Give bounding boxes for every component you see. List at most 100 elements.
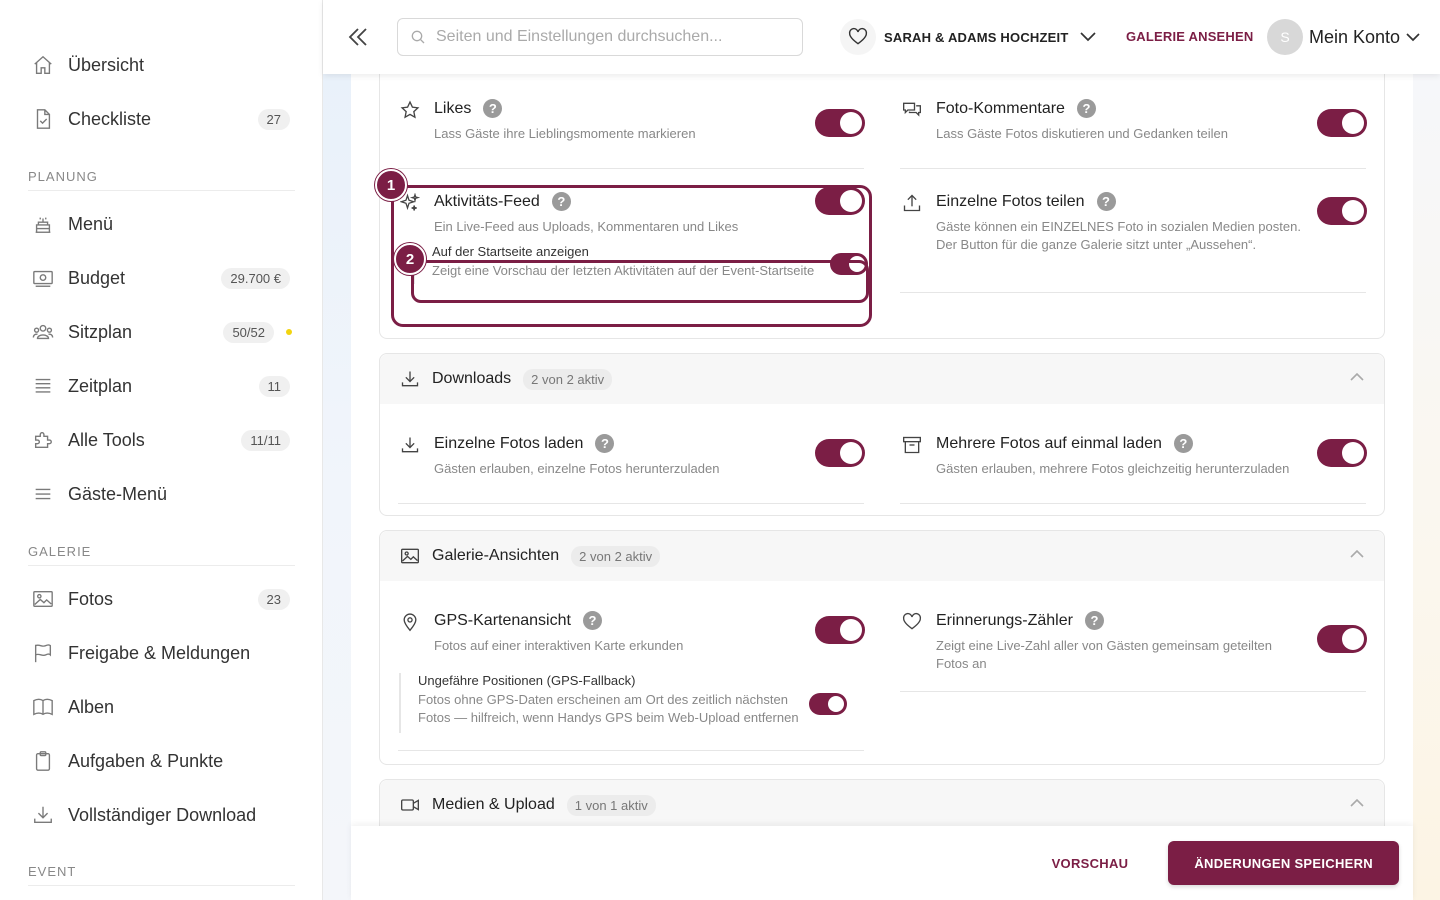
- sidebar-item-alle-tools[interactable]: Alle Tools 11/11: [28, 422, 290, 458]
- sidebar-item-label: Budget: [68, 267, 126, 288]
- likes-toggle[interactable]: [815, 109, 865, 137]
- section-label-event: EVENT: [28, 864, 295, 886]
- account-menu[interactable]: S Mein Konto: [1267, 19, 1420, 55]
- sidebar-item-fotos[interactable]: Fotos 23: [28, 581, 290, 617]
- event-selector[interactable]: SARAH & ADAMS HOCHZEIT: [840, 18, 1097, 56]
- card-title: Medien & Upload: [432, 796, 555, 813]
- account-label: Mein Konto: [1309, 26, 1401, 47]
- star-icon: [400, 100, 420, 120]
- sidebar-item-menue[interactable]: Menü: [28, 206, 290, 242]
- setting-description: Fotos ohne GPS-Daten erscheinen am Ort d…: [418, 692, 799, 725]
- sidebar-item-sitzplan[interactable]: Sitzplan 50/52: [28, 314, 292, 350]
- help-icon[interactable]: ?: [1084, 611, 1104, 630]
- setting-download-single: Einzelne Fotos laden ? Gästen erlauben, …: [398, 424, 865, 504]
- active-count-badge: 1 von 1 aktiv: [566, 794, 656, 816]
- top-header: SARAH & ADAMS HOCHZEIT GALERIE ANSEHEN S…: [323, 0, 1440, 74]
- downloads-card: Downloads 2 von 2 aktiv Einzelne Fotos l…: [379, 353, 1385, 516]
- download-multiple-toggle[interactable]: [1317, 439, 1367, 467]
- share-single-photos-toggle[interactable]: [1317, 197, 1367, 225]
- chevron-up-icon[interactable]: [1350, 373, 1364, 381]
- count-badge: 29.700 €: [221, 267, 290, 289]
- video-camera-icon: [400, 795, 422, 815]
- sidebar-item-gaeste-menue[interactable]: Gäste-Menü: [28, 476, 290, 512]
- help-icon[interactable]: ?: [595, 434, 615, 453]
- gallery-views-card: Galerie-Ansichten 2 von 2 aktiv GPS-Kart…: [379, 530, 1385, 765]
- setting-description: Gäste können ein EINZELNES Foto in sozia…: [936, 219, 1301, 252]
- gps-map-toggle[interactable]: [815, 616, 865, 644]
- section-label-galerie: GALERIE: [28, 544, 295, 566]
- highlight-badge-two: 2: [394, 243, 426, 275]
- help-icon[interactable]: ?: [1173, 434, 1193, 453]
- sidebar-item-zeitplan[interactable]: Zeitplan 11: [28, 368, 290, 404]
- highlight-badge-one: 1: [375, 169, 407, 201]
- help-icon[interactable]: ?: [483, 99, 503, 118]
- search-input[interactable]: [436, 28, 776, 46]
- download-icon: [32, 804, 64, 826]
- collapse-sidebar-button[interactable]: [347, 25, 369, 49]
- count-badge: 23: [257, 588, 290, 610]
- avatar: S: [1267, 19, 1303, 55]
- setting-title: Mehrere Fotos auf einmal laden: [936, 434, 1162, 452]
- settings-content: Likes ? Lass Gäste ihre Lieblingsmomente…: [351, 74, 1413, 826]
- sidebar-item-label: Gäste-Menü: [68, 483, 168, 504]
- setting-description: Gästen erlauben, einzelne Fotos herunter…: [434, 461, 720, 476]
- sidebar-item-alben[interactable]: Alben: [28, 689, 290, 725]
- sidebar-item-budget[interactable]: Budget 29.700 €: [28, 260, 290, 296]
- memory-counter-toggle[interactable]: [1317, 625, 1367, 653]
- chevron-down-icon: [1080, 32, 1097, 42]
- image-icon: [32, 588, 64, 610]
- setting-description: Ein Live-Feed aus Uploads, Kommentaren u…: [434, 219, 739, 234]
- chevron-up-icon[interactable]: [1350, 799, 1364, 807]
- view-gallery-link[interactable]: GALERIE ANSEHEN: [1126, 29, 1253, 44]
- sidebar-item-download[interactable]: Vollständiger Download: [28, 797, 290, 833]
- status-dot: [286, 329, 292, 335]
- count-badge: 11/11: [241, 429, 290, 451]
- download-icon: [400, 435, 420, 455]
- media-upload-card-header[interactable]: Medien & Upload 1 von 1 aktiv: [380, 780, 1384, 826]
- timeline-icon: [32, 375, 64, 397]
- search-icon: [410, 29, 426, 45]
- help-icon[interactable]: ?: [551, 192, 571, 211]
- setting-memory-counter: Erinnerungs-Zähler ? Zeigt eine Live-Zah…: [900, 601, 1367, 692]
- sidebar-item-aufgaben[interactable]: Aufgaben & Punkte: [28, 743, 290, 779]
- clipboard-icon: [32, 750, 64, 772]
- setting-gps-fallback: Ungefähre Positionen (GPS-Fallback) Foto…: [399, 673, 849, 733]
- sidebar-item-uebersicht[interactable]: Übersicht: [28, 47, 290, 83]
- download-single-toggle[interactable]: [815, 439, 865, 467]
- sidebar-item-label: Aufgaben & Punkte: [68, 750, 224, 771]
- action-bar: VORSCHAU ÄNDERUNGEN SPEICHERN: [351, 826, 1413, 900]
- setting-gps-map: GPS-Kartenansicht ? Fotos auf einer inte…: [398, 601, 865, 751]
- help-icon[interactable]: ?: [582, 611, 602, 630]
- setting-description: Zeigt eine Live-Zahl aller von Gästen ge…: [936, 638, 1273, 671]
- activity-feed-toggle[interactable]: [815, 187, 865, 215]
- photo-comments-toggle[interactable]: [1317, 109, 1367, 137]
- cake-icon: [32, 213, 64, 235]
- help-icon[interactable]: ?: [1076, 99, 1096, 118]
- setting-activity-feed: Aktivitäts-Feed ? Ein Live-Feed aus Uplo…: [398, 182, 868, 302]
- gps-fallback-toggle[interactable]: [809, 693, 847, 715]
- heart-icon: [902, 612, 922, 632]
- sidebar-item-freigabe[interactable]: Freigabe & Meldungen: [28, 635, 290, 671]
- help-icon[interactable]: ?: [1096, 192, 1116, 211]
- checklist-icon: [32, 108, 64, 130]
- count-badge: 50/52: [223, 321, 274, 343]
- setting-share-single-photos: Einzelne Fotos teilen ? Gäste können ein…: [900, 182, 1367, 293]
- setting-description: Lass Gäste Fotos diskutieren und Gedanke…: [936, 126, 1228, 141]
- save-changes-button[interactable]: ÄNDERUNGEN SPEICHERN: [1168, 841, 1399, 885]
- downloads-card-header[interactable]: Downloads 2 von 2 aktiv: [380, 354, 1384, 404]
- chevron-up-icon[interactable]: [1350, 550, 1364, 558]
- search-box[interactable]: [397, 18, 803, 56]
- chevron-down-icon: [1406, 32, 1420, 42]
- show-on-homepage-toggle[interactable]: [830, 253, 868, 275]
- setting-title: Foto-Kommentare: [936, 99, 1065, 117]
- media-upload-card: Medien & Upload 1 von 1 aktiv: [379, 779, 1385, 826]
- sidebar-item-checkliste[interactable]: Checkliste 27: [28, 101, 290, 137]
- gallery-views-card-header[interactable]: Galerie-Ansichten 2 von 2 aktiv: [380, 531, 1384, 581]
- archive-icon: [902, 435, 922, 455]
- setting-title: Aktivitäts-Feed: [434, 192, 540, 210]
- preview-button[interactable]: VORSCHAU: [1052, 856, 1129, 871]
- sparkle-icon: [400, 193, 420, 213]
- share-icon: [902, 193, 922, 213]
- count-badge: 27: [257, 108, 290, 130]
- sidebar-item-label: Alle Tools: [68, 429, 145, 450]
